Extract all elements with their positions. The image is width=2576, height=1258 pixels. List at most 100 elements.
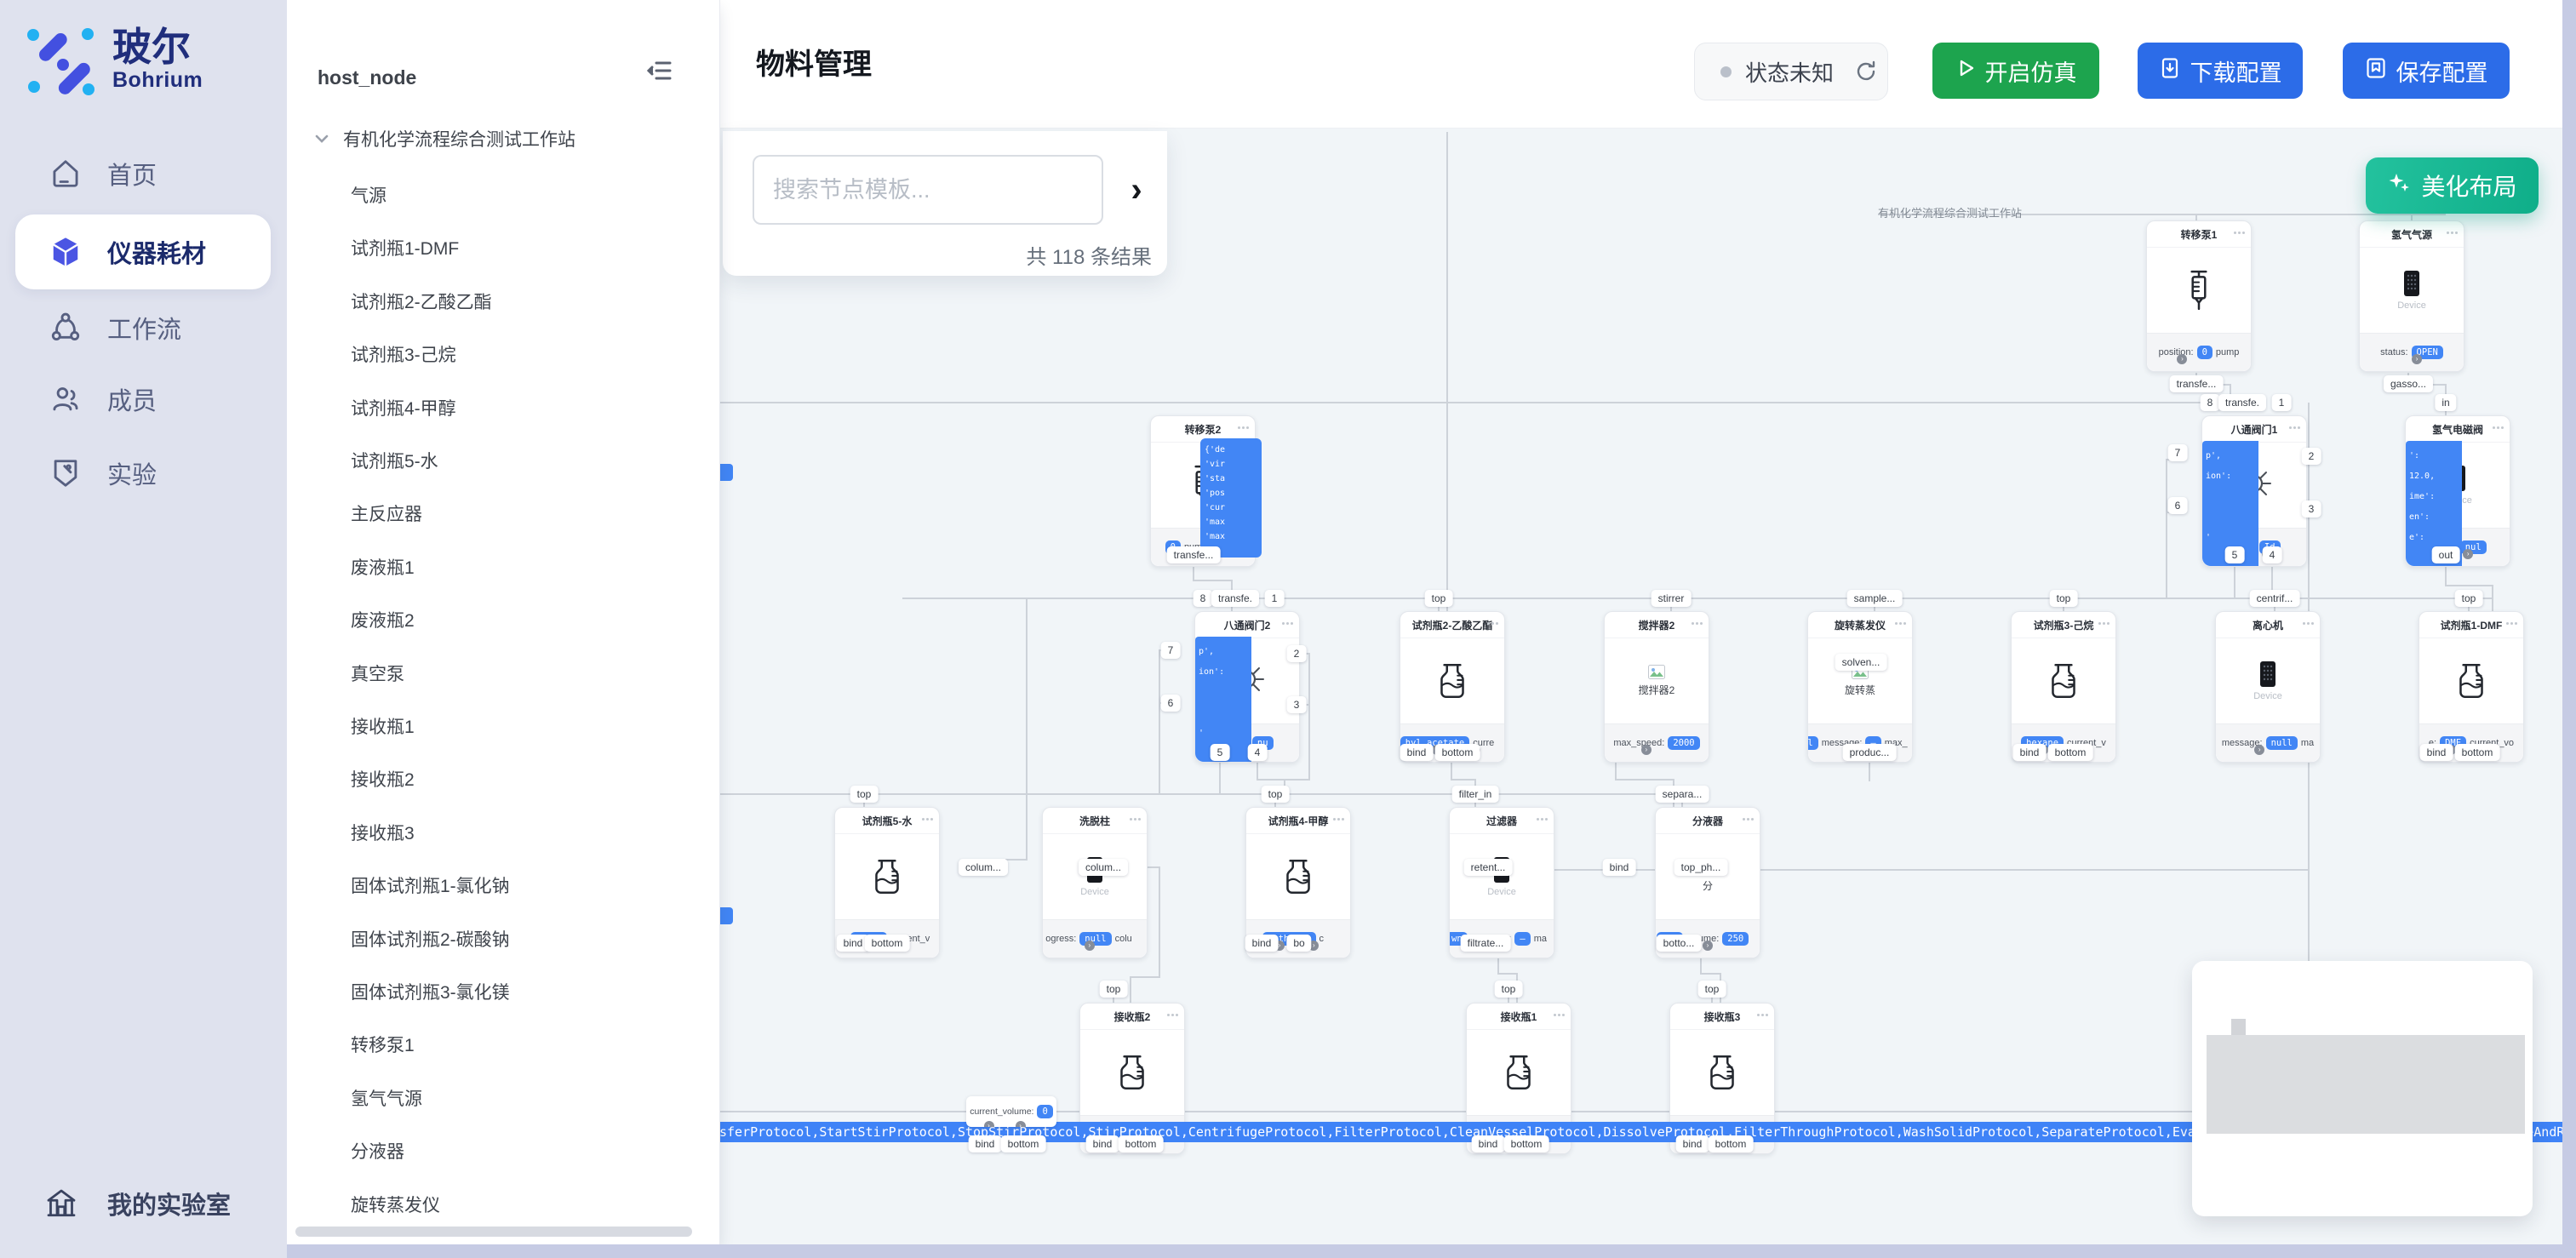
port-label[interactable]: bind bbox=[1245, 935, 1279, 952]
node-menu-icon[interactable] bbox=[2289, 426, 2300, 429]
port-label[interactable]: out bbox=[2432, 546, 2460, 563]
node-试剂瓶3-己烷[interactable]: 试剂瓶3-己烷hexanecurrent_v›› bbox=[2011, 611, 2116, 763]
node-转移泵1[interactable]: 转移泵1position:0pump› bbox=[2146, 220, 2252, 372]
collapse-panel-icon[interactable] bbox=[646, 56, 675, 85]
port-handle-icon[interactable]: › bbox=[2412, 354, 2422, 364]
edge[interactable] bbox=[1159, 650, 1171, 794]
port-label[interactable]: 6 bbox=[2168, 497, 2188, 514]
port-label[interactable]: solven... bbox=[1835, 654, 1887, 671]
node-menu-icon[interactable] bbox=[2234, 232, 2245, 234]
port-label[interactable]: bottom bbox=[2455, 744, 2500, 761]
port-label[interactable]: bottom bbox=[1504, 1135, 1549, 1152]
port-label[interactable]: gasso... bbox=[2384, 375, 2433, 392]
node-menu-icon[interactable] bbox=[1130, 818, 1141, 821]
port-label[interactable]: 8 bbox=[1194, 590, 1213, 607]
beautify-layout-button[interactable]: 美化布局 bbox=[2366, 157, 2539, 214]
port-label[interactable]: bind bbox=[969, 1135, 1002, 1152]
port-label[interactable]: sample... bbox=[1847, 590, 1903, 607]
save-config-button[interactable]: 保存配置 bbox=[2343, 43, 2510, 99]
sidebar-item-工作流[interactable]: 工作流 bbox=[0, 292, 287, 363]
value-chip[interactable]: 2000 bbox=[1668, 736, 1699, 750]
node-menu-icon[interactable] bbox=[1537, 818, 1548, 821]
port-label[interactable]: bind bbox=[2420, 744, 2453, 761]
node-menu-icon[interactable] bbox=[1554, 1014, 1565, 1016]
port-label[interactable]: colum... bbox=[959, 859, 1008, 876]
tree-item-试剂瓶4-甲醇[interactable]: 试剂瓶4-甲醇 bbox=[351, 393, 708, 422]
tree-item-真空泵[interactable]: 真空泵 bbox=[351, 659, 708, 688]
node-menu-icon[interactable] bbox=[1743, 818, 1754, 821]
port-label[interactable]: separa... bbox=[1656, 786, 1709, 803]
node-menu-icon[interactable] bbox=[2098, 622, 2109, 625]
port-label[interactable]: filter_in bbox=[1452, 786, 1499, 803]
value-chip[interactable]: l bbox=[1808, 736, 1818, 750]
node-八通阀门1[interactable]: 八通阀门1status:Id›p', ion': ' bbox=[2201, 415, 2307, 567]
port-label[interactable]: colum... bbox=[1079, 859, 1128, 876]
edge[interactable] bbox=[1005, 598, 1027, 860]
start-simulation-button[interactable]: 开启仿真 bbox=[1932, 43, 2099, 99]
search-go-button[interactable]: › bbox=[1119, 169, 1153, 211]
tree-item-转移泵1[interactable]: 转移泵1 bbox=[351, 1030, 708, 1059]
tree-item-接收瓶1[interactable]: 接收瓶1 bbox=[351, 712, 708, 741]
port-label[interactable]: stirrer bbox=[1652, 590, 1692, 607]
sidebar-item-实验[interactable]: 实验 bbox=[0, 437, 287, 509]
node-离心机[interactable]: 离心机Devicemessage:nullma› bbox=[2215, 611, 2321, 763]
download-config-button[interactable]: 下载配置 bbox=[2138, 43, 2303, 99]
port-label[interactable]: botto... bbox=[1657, 935, 1702, 952]
node-转移泵2[interactable]: 转移泵20pump_info:›{'de 'vir 'sta 'pos 'cur… bbox=[1150, 415, 1256, 567]
port-handle-icon[interactable]: › bbox=[1641, 745, 1652, 755]
minimap-viewport[interactable] bbox=[2207, 1035, 2525, 1134]
port-label[interactable]: 2 bbox=[1287, 645, 1307, 662]
port-label[interactable]: top bbox=[1425, 590, 1453, 607]
port-label[interactable]: 7 bbox=[1161, 642, 1181, 659]
node-menu-icon[interactable] bbox=[1692, 622, 1703, 625]
port-handle-icon[interactable]: › bbox=[1703, 941, 1713, 951]
port-label[interactable]: retent... bbox=[1464, 859, 1513, 876]
tree-item-气源[interactable]: 气源 bbox=[351, 180, 708, 209]
value-chip[interactable]: – bbox=[1514, 932, 1530, 946]
node-menu-icon[interactable] bbox=[2506, 622, 2517, 625]
port-label[interactable]: transfe... bbox=[2170, 375, 2224, 392]
node-menu-icon[interactable] bbox=[1282, 622, 1293, 625]
port-label[interactable]: 4 bbox=[2263, 546, 2282, 563]
node-试剂瓶2-乙酸乙酯[interactable]: 试剂瓶2-乙酸乙酯hyl_acetatecurre›› bbox=[1400, 611, 1505, 763]
node-洗脱柱[interactable]: 洗脱柱Deviceogress:nullcolu› bbox=[1042, 807, 1148, 958]
vertical-scrollbar[interactable] bbox=[2562, 0, 2576, 1258]
node-试剂瓶1-DMF[interactable]: 试剂瓶1-DMFe:DMFcurrent_vo›› bbox=[2419, 611, 2524, 763]
tree-item-试剂瓶2-乙酸乙酯[interactable]: 试剂瓶2-乙酸乙酯 bbox=[351, 287, 708, 316]
port-label[interactable]: filtrate... bbox=[1461, 935, 1511, 952]
value-chip[interactable]: 0 bbox=[1037, 1105, 1052, 1118]
node-氢气气源[interactable]: 氢气气源Devicestatus:OPEN› bbox=[2359, 220, 2464, 372]
node-搅拌器2[interactable]: 搅拌器2搅拌器2max_speed:2000› bbox=[1604, 611, 1709, 763]
node-menu-icon[interactable] bbox=[1238, 426, 1249, 429]
port-label[interactable]: top bbox=[2050, 590, 2078, 607]
tree-item-废液瓶1[interactable]: 废液瓶1 bbox=[351, 552, 708, 581]
port-label[interactable]: 1 bbox=[1265, 590, 1285, 607]
port-label[interactable]: transfe... bbox=[1167, 546, 1221, 563]
tree-horizontal-scrollbar[interactable] bbox=[295, 1227, 692, 1237]
node-八通阀门2[interactable]: 八通阀门2status:nu›p', ion': ' bbox=[1194, 611, 1300, 763]
tree-item-固体试剂瓶3-氯化镁[interactable]: 固体试剂瓶3-氯化镁 bbox=[351, 977, 708, 1006]
port-label[interactable]: top bbox=[1100, 981, 1128, 998]
port-label[interactable]: 5 bbox=[2225, 546, 2245, 563]
port-label[interactable]: bottom bbox=[1709, 1135, 1754, 1152]
port-label[interactable]: bottom bbox=[1435, 744, 1480, 761]
port-handle-icon[interactable]: › bbox=[984, 1121, 994, 1127]
horizontal-scrollbar[interactable] bbox=[287, 1244, 2576, 1258]
sidebar-item-仪器耗材[interactable]: 仪器耗材 bbox=[15, 214, 271, 289]
refresh-icon[interactable] bbox=[1854, 60, 1878, 83]
node-menu-icon[interactable] bbox=[1167, 1014, 1178, 1016]
tree-item-试剂瓶3-己烷[interactable]: 试剂瓶3-己烷 bbox=[351, 340, 708, 369]
port-label[interactable]: bind bbox=[1400, 744, 1434, 761]
port-label[interactable]: bottom bbox=[865, 935, 910, 952]
edge[interactable] bbox=[2167, 460, 2178, 598]
port-label[interactable]: 3 bbox=[2302, 500, 2321, 517]
port-label[interactable]: bind bbox=[1676, 1135, 1709, 1152]
port-label[interactable]: top bbox=[1495, 981, 1523, 998]
port-label[interactable]: top bbox=[850, 786, 879, 803]
port-label[interactable]: 3 bbox=[1287, 696, 1307, 713]
tree-item-固体试剂瓶1-氯化钠[interactable]: 固体试剂瓶1-氯化钠 bbox=[351, 871, 708, 900]
port-label[interactable]: bind bbox=[1086, 1135, 1119, 1152]
port-label[interactable]: bo bbox=[1286, 935, 1311, 952]
sidebar-item-成员[interactable]: 成员 bbox=[0, 363, 287, 435]
sidebar-item-my-lab[interactable]: 我的实验室 bbox=[0, 1168, 287, 1239]
